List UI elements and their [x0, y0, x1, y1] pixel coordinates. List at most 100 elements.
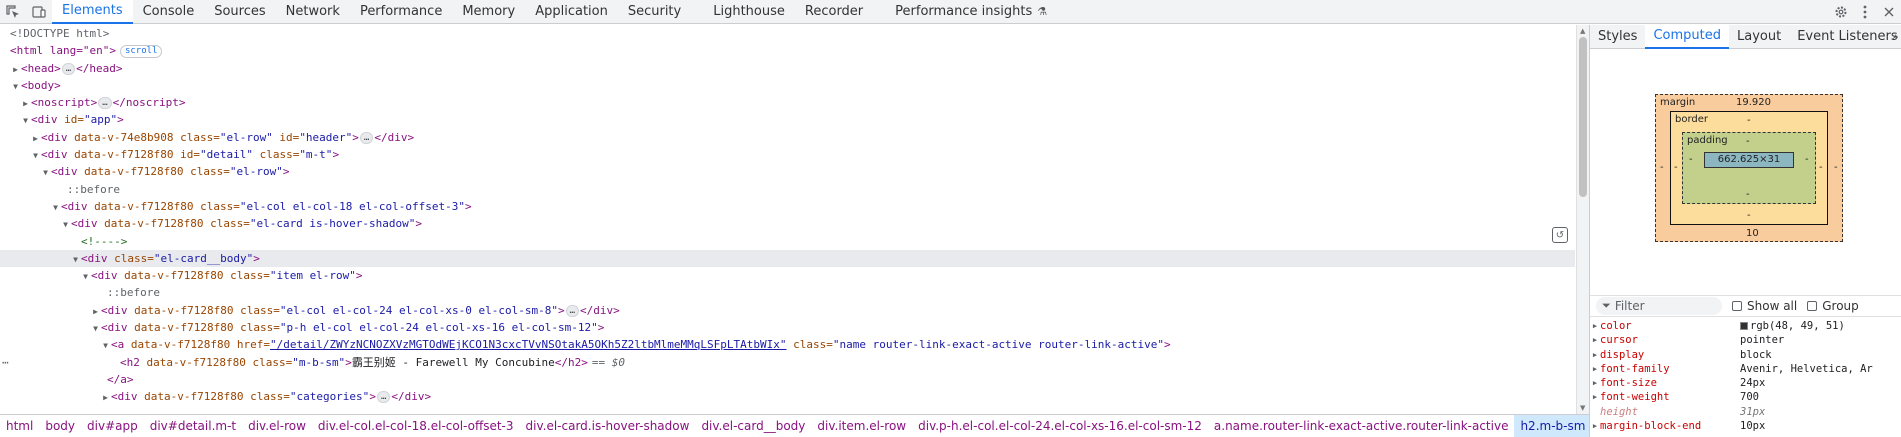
collapse-triangle-icon[interactable]: ▼ [30, 147, 41, 164]
breadcrumb-item[interactable]: div.el-col.el-col-18.el-col-offset-3 [312, 415, 520, 437]
breadcrumb-item-active[interactable]: h2.m-b-sm [1514, 415, 1589, 437]
breadcrumb-item[interactable]: div.el-row [242, 415, 312, 437]
more-tabs-icon[interactable]: » [1891, 25, 1899, 49]
dom-node-card[interactable]: ▼ <div data-v-f7128f80 class="el-card is-… [0, 215, 1575, 232]
padding-right-value[interactable]: - [1805, 154, 1809, 165]
box-model-border[interactable]: border - - - - padding - - - - 662.625×3… [1670, 111, 1828, 225]
dom-node-col24[interactable]: ▶ <div data-v-f7128f80 class="el-col el-c… [0, 302, 1575, 319]
close-devtools-icon[interactable] [1877, 0, 1901, 24]
dom-node-noscript[interactable]: ▶ <noscript>… </noscript> [0, 94, 1575, 111]
padding-bottom-value[interactable]: - [1746, 189, 1750, 200]
computed-property[interactable]: ▶ margin-block-end 10px [1590, 419, 1901, 433]
margin-bottom-value[interactable]: 10 [1746, 228, 1759, 239]
dom-node-anchor[interactable]: ▼ <a data-v-f7128f80 href="/detail/ZWYzNC… [0, 336, 1575, 353]
checkbox-box[interactable] [1807, 301, 1818, 311]
collapse-triangle-icon[interactable]: ▼ [10, 78, 21, 95]
filter-input[interactable]: ⏷ Filter [1596, 297, 1722, 315]
dom-node-before[interactable]: ::before [0, 284, 1575, 301]
border-right-value[interactable]: - [1819, 162, 1823, 173]
margin-left-value[interactable]: - [1660, 162, 1664, 173]
computed-property[interactable]: ▶ color rgb(48, 49, 51) [1590, 319, 1901, 333]
dom-node-categories[interactable]: ▶ <div data-v-f7128f80 class="categories"… [0, 388, 1575, 405]
tab-recorder[interactable]: Recorder [795, 0, 873, 24]
collapse-triangle-icon[interactable]: ▼ [20, 112, 31, 129]
dom-node-comment[interactable]: <!----> [0, 233, 1575, 250]
dom-node-head[interactable]: ▶ <head>… </head> [0, 60, 1575, 77]
tab-styles[interactable]: Styles [1590, 25, 1645, 49]
dom-node-card-body[interactable]: ▼ <div class="el-card__body"> [0, 249, 1575, 268]
tab-lighthouse[interactable]: Lighthouse [703, 0, 795, 24]
collapsed-dots[interactable]: … [376, 391, 391, 404]
border-left-value[interactable]: - [1674, 162, 1678, 173]
dom-node-app[interactable]: ▼ <div id="app"> [0, 111, 1575, 128]
tab-sources[interactable]: Sources [204, 0, 275, 24]
inspect-element-icon[interactable] [0, 0, 26, 24]
settings-gear-icon[interactable] [1829, 0, 1853, 24]
collapsed-dots[interactable]: … [565, 304, 580, 317]
collapse-triangle-icon[interactable]: ▼ [60, 216, 71, 233]
box-model-margin[interactable]: margin 19.920 10 - - border - - - - padd… [1655, 94, 1843, 242]
tab-performance-insights[interactable]: Performance insights ⚗ [885, 0, 1057, 24]
computed-property[interactable]: ▶ font-size 24px [1590, 376, 1901, 390]
breadcrumb-item[interactable]: div#detail.m-t [144, 415, 242, 437]
padding-top-value[interactable]: - [1746, 136, 1750, 147]
expand-triangle-icon[interactable]: ▶ [1590, 348, 1600, 362]
expand-triangle-icon[interactable]: ▶ [100, 389, 111, 406]
tab-security[interactable]: Security [618, 0, 691, 24]
collapsed-dots[interactable]: … [98, 97, 112, 110]
breadcrumb-item[interactable]: div.el-card__body [695, 415, 811, 437]
dom-scrollbar[interactable]: ▲ ▼ [1576, 25, 1589, 414]
scroll-badge[interactable]: scroll [119, 44, 163, 58]
tab-network[interactable]: Network [276, 0, 350, 24]
expand-triangle-icon[interactable]: ▶ [1590, 390, 1600, 404]
expand-triangle-icon[interactable]: ▶ [1590, 362, 1600, 376]
href-link[interactable]: "/detail/ZWYzNCNOZXVzMGTOdWEjKCO1N3cxcTV… [270, 338, 787, 351]
breadcrumb-item[interactable]: body [39, 415, 81, 437]
breadcrumb-item[interactable]: a.name.router-link-exact-active.router-l… [1208, 415, 1515, 437]
tab-computed[interactable]: Computed [1645, 24, 1729, 49]
dom-node-h2-selected[interactable]: ⋯ <h2 data-v-f7128f80 class="m-b-sm">霸王别姬… [0, 354, 1575, 371]
node-actions-dots-icon[interactable]: ⋯ [2, 354, 9, 371]
dom-node-before[interactable]: ::before [0, 181, 1575, 198]
tab-event-listeners[interactable]: Event Listeners [1789, 25, 1901, 49]
scroll-down-arrow-icon[interactable]: ▼ [1580, 404, 1585, 412]
scroll-thumb[interactable] [1579, 37, 1587, 197]
expand-triangle-icon[interactable]: ▶ [30, 130, 41, 147]
border-top-value[interactable]: - [1747, 115, 1751, 126]
collapse-triangle-icon[interactable]: ▼ [50, 199, 61, 216]
expand-triangle-icon[interactable]: ▶ [1590, 376, 1600, 390]
dom-node-row[interactable]: ▼ <div data-v-f7128f80 class="el-row"> [0, 163, 1575, 180]
dom-node-header[interactable]: ▶ <div data-v-74e8b908 class="el-row" id=… [0, 129, 1575, 146]
checkbox-box[interactable] [1732, 301, 1742, 311]
dom-node-item[interactable]: ▼ <div data-v-f7128f80 class="item el-row… [0, 267, 1575, 284]
breadcrumb-item[interactable]: div.item.el-row [811, 415, 912, 437]
tab-performance[interactable]: Performance [350, 0, 452, 24]
dom-node-ph[interactable]: ▼ <div data-v-f7128f80 class="p-h el-col … [0, 319, 1575, 336]
collapse-triangle-icon[interactable]: ▼ [70, 251, 81, 268]
computed-property[interactable]: height 31px [1590, 405, 1901, 419]
margin-right-value[interactable]: - [1834, 162, 1838, 173]
breadcrumb-item[interactable]: div.p-h.el-col.el-col-24.el-col-xs-16.el… [912, 415, 1208, 437]
expand-triangle-icon[interactable]: ▶ [90, 303, 101, 320]
tab-application[interactable]: Application [525, 0, 618, 24]
group-checkbox[interactable]: Group [1807, 299, 1859, 313]
collapsed-dots[interactable]: … [359, 131, 374, 144]
dom-node-col[interactable]: ▼ <div data-v-f7128f80 class="el-col el-c… [0, 198, 1575, 215]
expand-triangle-icon[interactable]: ▶ [1590, 319, 1600, 333]
edit-node-icon[interactable]: ↺ [1552, 227, 1568, 243]
dom-node-detail[interactable]: ▼ <div data-v-f7128f80 id="detail" class=… [0, 146, 1575, 163]
border-bottom-value[interactable]: - [1747, 210, 1751, 221]
computed-property[interactable]: ▶ display block [1590, 348, 1901, 362]
tab-console[interactable]: Console [133, 0, 205, 24]
expand-triangle-icon[interactable]: ▶ [10, 61, 21, 78]
expand-triangle-icon[interactable]: ▶ [20, 95, 31, 112]
collapse-triangle-icon[interactable]: ▼ [100, 337, 111, 354]
dom-node-html[interactable]: <html lang="en"> scroll [0, 42, 1575, 59]
collapse-triangle-icon[interactable]: ▼ [40, 164, 51, 181]
collapsed-dots[interactable]: … [61, 62, 76, 75]
computed-property[interactable]: ▶ font-family Avenir, Helvetica, Ar [1590, 362, 1901, 376]
box-model-padding[interactable]: padding - - - - 662.625×31 [1682, 132, 1816, 204]
expand-triangle-icon[interactable]: ▶ [1590, 419, 1600, 433]
margin-top-value[interactable]: 19.920 [1736, 97, 1771, 108]
dom-node-doctype[interactable]: <!DOCTYPE html> [0, 25, 1575, 42]
